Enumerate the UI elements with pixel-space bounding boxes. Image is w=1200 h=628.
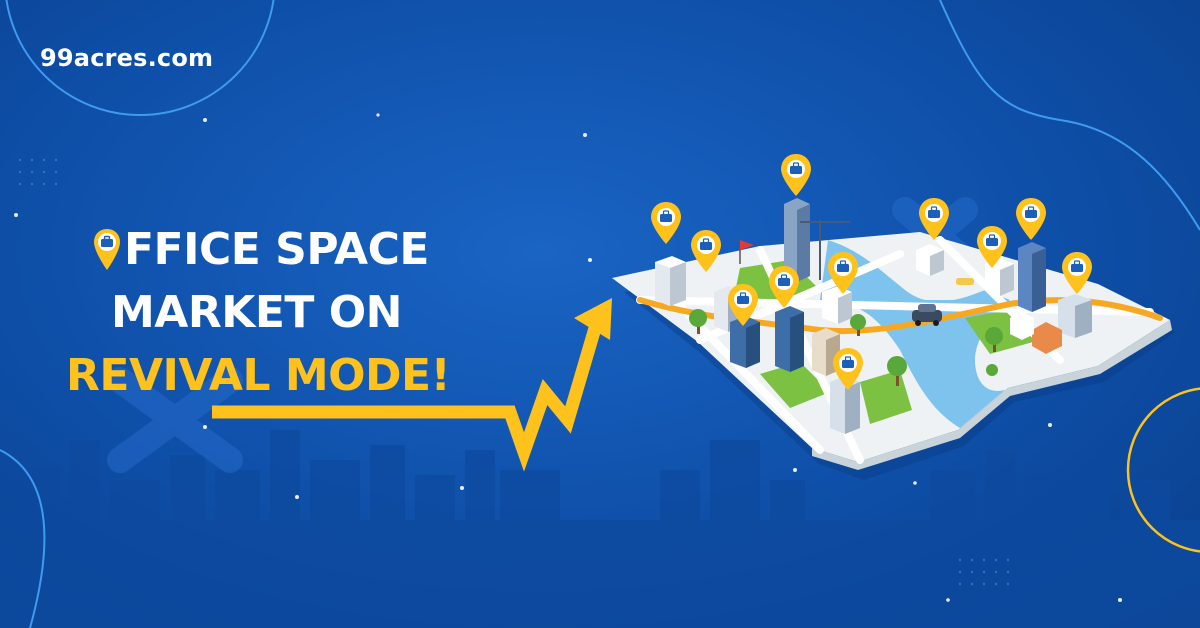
city-map-illustration (612, 153, 1176, 480)
map-pin-icon (780, 153, 812, 197)
promo-banner: 99acres.com FFICE SPACE MARKET ON REVIVA… (0, 0, 1200, 628)
map-pin-icon (1015, 197, 1047, 241)
map-pin-icon (650, 201, 682, 245)
car-icon (956, 278, 974, 285)
tower (1018, 242, 1046, 312)
